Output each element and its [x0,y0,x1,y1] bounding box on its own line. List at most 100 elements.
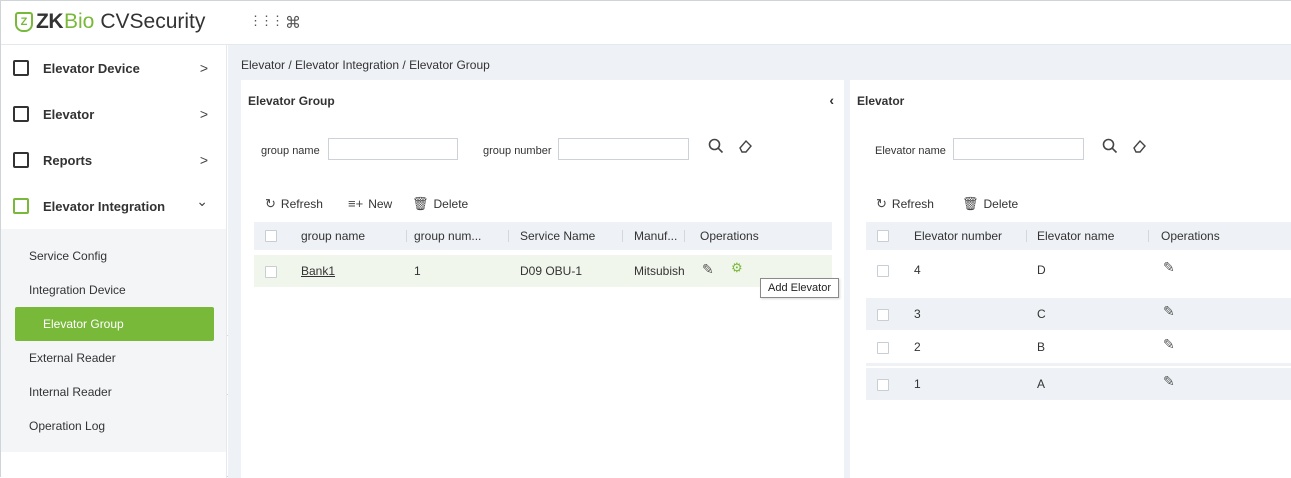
row-checkbox[interactable] [877,265,889,277]
group-name-link[interactable]: Bank1 [301,264,335,278]
sidebar-item-elevator-device[interactable]: Elevator Device > [1,45,226,91]
sidebar-item-elevator-integration[interactable]: Elevator Integration ⌄ [1,183,226,229]
delete-button[interactable]: 🗑 Delete [412,196,468,212]
refresh-button[interactable]: ↻ Refresh [265,196,323,212]
service-name-cell: D09 OBU-1 [520,264,583,278]
row-checkbox[interactable] [877,342,889,354]
column-header[interactable]: Service Name [520,229,595,243]
edit-pencil-icon[interactable]: ✎ [1163,336,1175,353]
chevron-right-icon: > [199,106,208,122]
elevator-name-label: Elevator name [875,145,946,157]
elevator-number-cell: 4 [914,263,921,277]
logo-bio-text: Bio [64,10,95,33]
sidebar-subitem-elevator-group[interactable]: Elevator Group [15,307,214,341]
app-window: Z ZK Bio CVSecurity ⋮⋮⋮ ⌘ Elevator Devic… [0,0,1291,478]
elevator-integration-icon [13,198,29,214]
logo: Z ZK Bio CVSecurity [15,9,205,35]
elevator-name-cell: D [1037,263,1046,277]
column-header[interactable]: group name [301,229,365,243]
delete-label: Delete [433,197,469,211]
new-button[interactable]: ≡+ New [348,196,392,211]
table-header: group name group num... Service Name Man… [254,222,832,250]
refresh-button[interactable]: ↻ Refresh [876,196,934,212]
row-checkbox[interactable] [265,266,277,278]
table-row[interactable]: Bank1 1 D09 OBU-1 Mitsubish ✎ ⚙ [254,255,832,287]
logo-product-text: CVSecurity [100,10,206,33]
chevron-down-icon: ⌄ [196,193,208,209]
column-header[interactable]: Elevator name [1037,229,1114,243]
column-header[interactable]: Operations [1161,229,1220,243]
sidebar: Elevator Device > Elevator > Reports > E… [1,45,227,478]
elevator-number-cell: 3 [914,307,921,321]
elevator-icon [13,106,29,122]
new-list-icon: ≡+ [348,196,364,211]
elevator-panel: Elevator Elevator name ↻ Refresh 🗑 Delet… [850,80,1291,478]
sidebar-subitem-service-config[interactable]: Service Config [1,239,200,273]
row-checkbox[interactable] [877,379,889,391]
refresh-icon: ↻ [876,196,887,211]
search-icon[interactable] [708,138,724,158]
edit-pencil-icon[interactable]: ✎ [1163,303,1175,320]
group-name-label: group name [261,145,320,157]
column-divider [406,230,407,242]
delete-label: Delete [983,197,1019,211]
apps-grid-icon[interactable]: ⋮⋮⋮ [249,13,284,29]
elevator-group-panel: Elevator Group ‹ group name group number… [241,80,844,478]
column-header[interactable]: group num... [414,229,499,243]
elevator-name-cell: B [1037,340,1046,354]
sidebar-item-label: Reports [43,152,93,168]
column-header[interactable]: Operations [700,229,759,243]
panel-title: Elevator [857,94,905,108]
add-elevator-icon[interactable]: ⚙ [731,260,743,276]
refresh-label: Refresh [280,197,323,211]
refresh-icon: ↻ [265,196,276,211]
table-row[interactable]: 3 C ✎ [866,298,1291,330]
clear-eraser-icon[interactable] [737,138,753,158]
sidebar-item-label: Elevator [43,106,95,122]
refresh-label: Refresh [891,197,934,211]
sidebar-item-reports[interactable]: Reports > [1,137,226,183]
column-divider [508,230,509,242]
row-checkbox[interactable] [877,309,889,321]
table-header: Elevator number Elevator name Operations [866,222,1291,250]
edit-pencil-icon[interactable]: ✎ [702,261,714,278]
delete-button[interactable]: 🗑 Delete [962,196,1018,212]
group-number-input[interactable] [558,138,689,160]
column-header[interactable]: Manuf... [634,229,677,243]
sidebar-item-elevator[interactable]: Elevator > [1,91,226,137]
select-all-checkbox[interactable] [265,230,277,242]
table-row[interactable]: 2 B ✎ [866,331,1291,363]
logo-zk-text: ZK [36,10,64,33]
column-header[interactable]: Elevator number [914,229,1002,243]
command-icon[interactable]: ⌘ [285,13,301,33]
breadcrumb: Elevator / Elevator Integration / Elevat… [241,58,490,72]
elevator-name-cell: C [1037,307,1046,321]
add-elevator-tooltip: Add Elevator [760,278,839,298]
sidebar-subitem-operation-log[interactable]: Operation Log [1,409,200,443]
clear-eraser-icon[interactable] [1131,138,1147,158]
trash-icon: 🗑 [412,196,429,211]
search-icon[interactable] [1102,138,1118,158]
table-row[interactable]: 4 D ✎ [866,254,1291,286]
elevator-name-input[interactable] [953,138,1084,160]
top-bar: Z ZK Bio CVSecurity ⋮⋮⋮ ⌘ [1,1,1291,45]
new-label: New [368,196,393,211]
collapse-panel-icon[interactable]: ‹ [829,92,834,108]
sidebar-item-label: Elevator Integration [43,198,166,214]
edit-pencil-icon[interactable]: ✎ [1163,259,1175,276]
edit-pencil-icon[interactable]: ✎ [1163,373,1175,390]
elevator-number-cell: 2 [914,340,921,354]
sidebar-subitem-internal-reader[interactable]: Internal Reader [1,375,200,409]
sidebar-subitem-integration-device[interactable]: Integration Device [1,273,200,307]
reports-icon [13,152,29,168]
column-divider [1148,230,1149,242]
select-all-checkbox[interactable] [877,230,889,242]
elevator-number-cell: 1 [914,377,921,391]
group-name-input[interactable] [328,138,458,160]
sidebar-submenu: Service Config Integration Device Elevat… [1,229,226,452]
elevator-name-cell: A [1037,377,1046,391]
manufacturer-cell: Mitsubish [634,264,685,278]
table-row[interactable]: 1 A ✎ [866,368,1291,400]
elevator-device-icon [13,60,29,76]
sidebar-subitem-external-reader[interactable]: External Reader [1,341,200,375]
